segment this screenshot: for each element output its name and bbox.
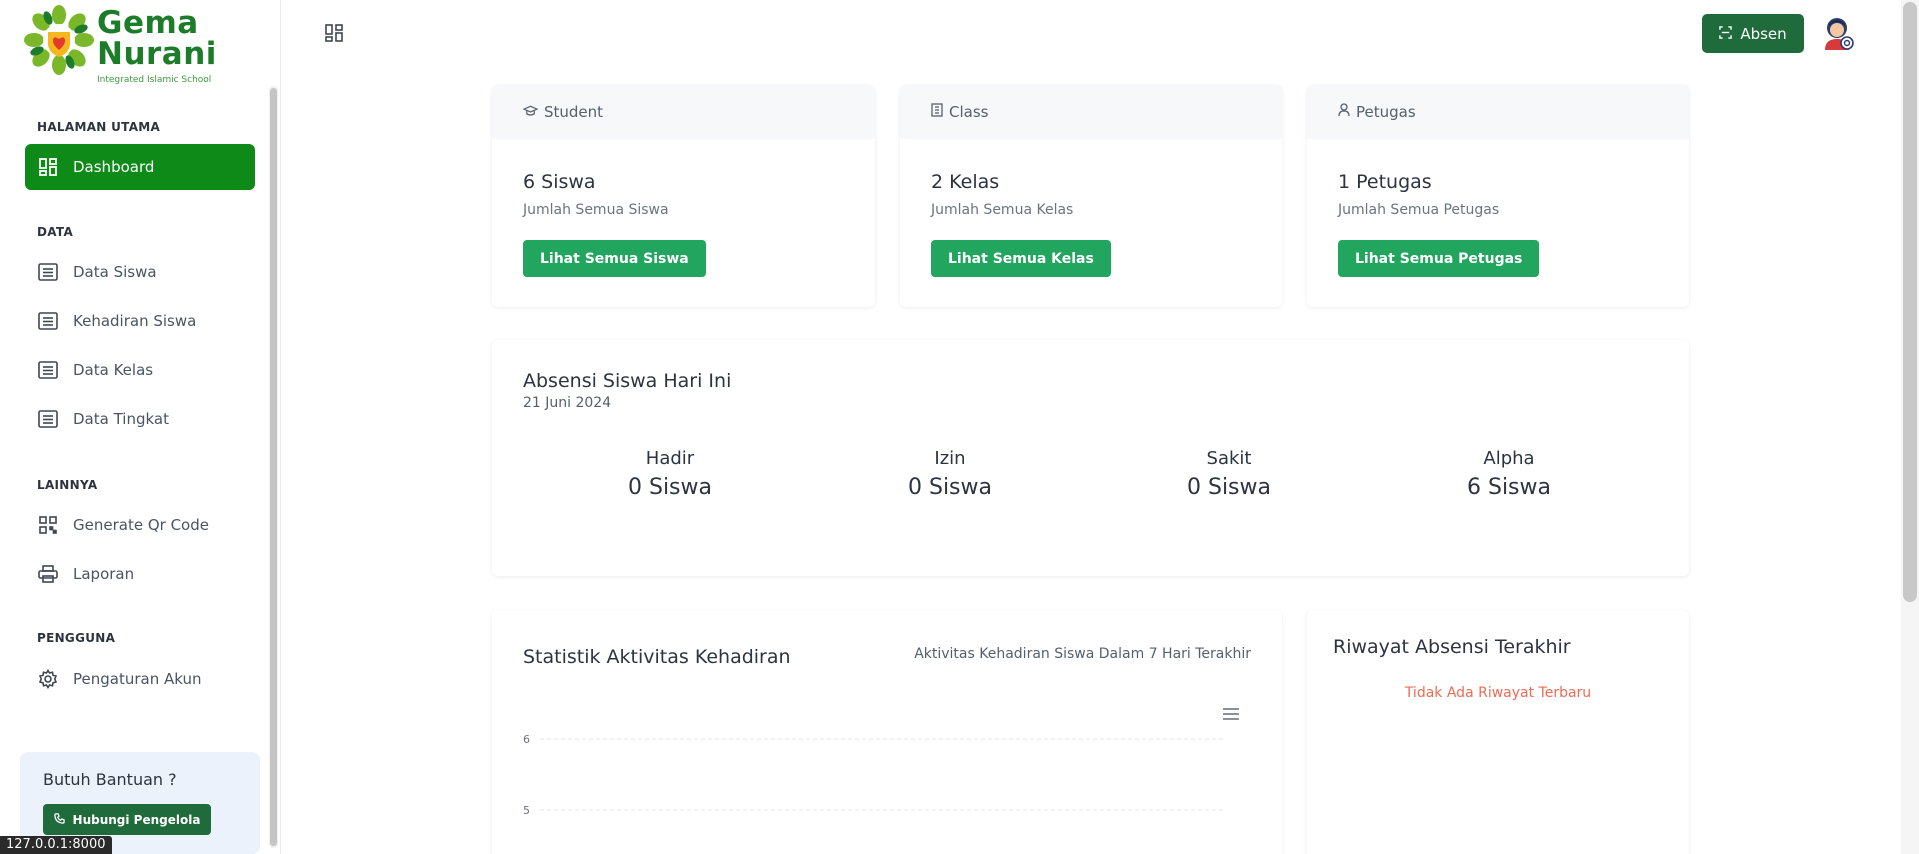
sidebar-scrollbar-thumb[interactable] [270,88,277,846]
stat-card-header: Student [492,85,875,139]
graduation-cap-icon [522,103,539,121]
sidebar-item-data-siswa[interactable]: Data Siswa [25,249,255,295]
attendance-today-card: Absensi Siswa Hari Ini 21 Juni 2024 Hadi… [492,340,1689,576]
page-scrollbar-thumb[interactable] [1903,2,1917,602]
qr-code-icon [37,514,59,536]
sidebar-item-label: Data Kelas [73,361,154,379]
attendance-value: 0 Siswa [907,475,992,500]
stat-card-header: Petugas [1307,85,1689,139]
sidebar-toggle-icon[interactable] [325,24,345,44]
list-icon [37,359,59,381]
logo-emblem-icon [24,5,94,75]
stat-subtitle: Jumlah Semua Kelas [931,202,1074,218]
brand-name-line1: Gema [97,5,199,41]
sidebar-item-label: Dashboard [73,158,155,176]
stat-value: 2 Kelas [931,171,1000,193]
status-bar-url: 127.0.0.1:8000 [0,836,112,854]
stat-subtitle: Jumlah Semua Siswa [523,202,669,218]
absen-button[interactable]: Absen [1702,14,1804,53]
sidebar-item-label: Pengaturan Akun [73,670,202,688]
sidebar-item-pengaturan-akun[interactable]: Pengaturan Akun [25,656,255,702]
sidebar-item-laporan[interactable]: Laporan [25,551,255,597]
sidebar-item-label: Laporan [73,565,135,583]
sidebar-item-label: Data Tingkat [73,410,169,428]
sidebar-item-label: Kehadiran Siswa [73,312,197,330]
brand-tagline: Integrated Islamic School [97,75,212,85]
section-label-data: DATA [37,225,74,239]
list-icon [37,310,59,332]
printer-icon [37,563,59,585]
stat-card-title: Student [544,103,604,121]
sidebar: Gema Nurani Integrated Islamic School HA… [0,0,281,854]
attendance-label: Alpha [1483,448,1535,469]
sidebar-item-label: Data Siswa [73,263,157,281]
history-empty-message: Tidak Ada Riwayat Terbaru [1404,685,1592,701]
stat-card-class: Class 2 Kelas Jumlah Semua Kelas Lihat S… [900,85,1282,307]
attendance-value: 0 Siswa [1186,475,1271,500]
user-icon [1338,103,1350,121]
list-icon [37,408,59,430]
attendance-label: Hadir [645,448,695,469]
stat-card-title: Class [949,103,989,121]
sidebar-item-data-kelas[interactable]: Data Kelas [25,347,255,393]
attendance-label: Sakit [1206,448,1252,469]
attendance-label: Izin [934,448,966,469]
section-label-pengguna: PENGGUNA [37,631,116,645]
brand-name-line2: Nurani [97,36,217,72]
scan-icon [1719,25,1733,43]
sidebar-item-generate-qr-code[interactable]: Generate Qr Code [25,502,255,548]
sidebar-item-kehadiran-siswa[interactable]: Kehadiran Siswa [25,298,255,344]
section-label-halaman-utama: HALAMAN UTAMA [37,120,161,134]
phone-icon [53,812,65,827]
recent-attendance-card: Riwayat Absensi Terakhir Tidak Ada Riway… [1307,610,1689,854]
stat-value: 1 Petugas [1338,171,1432,193]
history-title: Riwayat Absensi Terakhir [1333,636,1571,658]
view-all-students-button[interactable]: Lihat Semua Siswa [523,240,706,277]
dashboard-icon [37,156,59,178]
section-label-lainnya: LAINNYA [37,478,98,492]
absen-label: Absen [1740,24,1787,43]
contact-admin-label: Hubungi Pengelola [72,812,201,827]
y-tick-label: 5 [523,804,530,817]
brand-name: Gema Nurani [97,8,217,70]
sidebar-item-label: Generate Qr Code [73,516,209,534]
help-title: Butuh Bantuan ? [43,770,177,789]
attendance-date: 21 Juni 2024 [523,395,612,411]
stat-value: 6 Siswa [523,171,596,193]
view-all-classes-button[interactable]: Lihat Semua Kelas [931,240,1111,277]
attendance-alpha: Alpha 6 Siswa [1409,448,1609,500]
view-all-officers-button[interactable]: Lihat Semua Petugas [1338,240,1540,277]
list-icon [37,261,59,283]
sidebar-item-dashboard[interactable]: Dashboard [25,144,255,190]
brand-logo[interactable]: Gema Nurani Integrated Islamic School [24,5,224,89]
chart-title: Statistik Aktivitas Kehadiran [523,646,791,668]
stat-card-petugas: Petugas 1 Petugas Jumlah Semua Petugas L… [1307,85,1689,307]
attendance-izin: Izin 0 Siswa [850,448,1050,500]
building-icon [931,103,943,121]
contact-admin-button[interactable]: Hubungi Pengelola [43,804,211,835]
attendance-value: 6 Siswa [1466,475,1551,500]
attendance-title: Absensi Siswa Hari Ini [523,370,732,392]
stat-card-header: Class [900,85,1282,139]
activity-chart-card: Statistik Aktivitas Kehadiran Aktivitas … [492,610,1282,854]
sidebar-item-data-tingkat[interactable]: Data Tingkat [25,396,255,442]
stat-card-student: Student 6 Siswa Jumlah Semua Siswa Lihat… [492,85,875,307]
stat-card-title: Petugas [1356,103,1416,121]
stat-subtitle: Jumlah Semua Petugas [1338,202,1500,218]
gear-icon [37,668,59,690]
chart-plot: 6 5 [523,733,1224,817]
y-tick-label: 6 [523,733,530,746]
attendance-hadir: Hadir 0 Siswa [570,448,770,500]
chart-subtitle: Aktivitas Kehadiran Siswa Dalam 7 Hari T… [914,646,1251,662]
attendance-sakit: Sakit 0 Siswa [1129,448,1329,500]
attendance-value: 0 Siswa [627,475,712,500]
user-avatar[interactable] [1818,14,1856,52]
